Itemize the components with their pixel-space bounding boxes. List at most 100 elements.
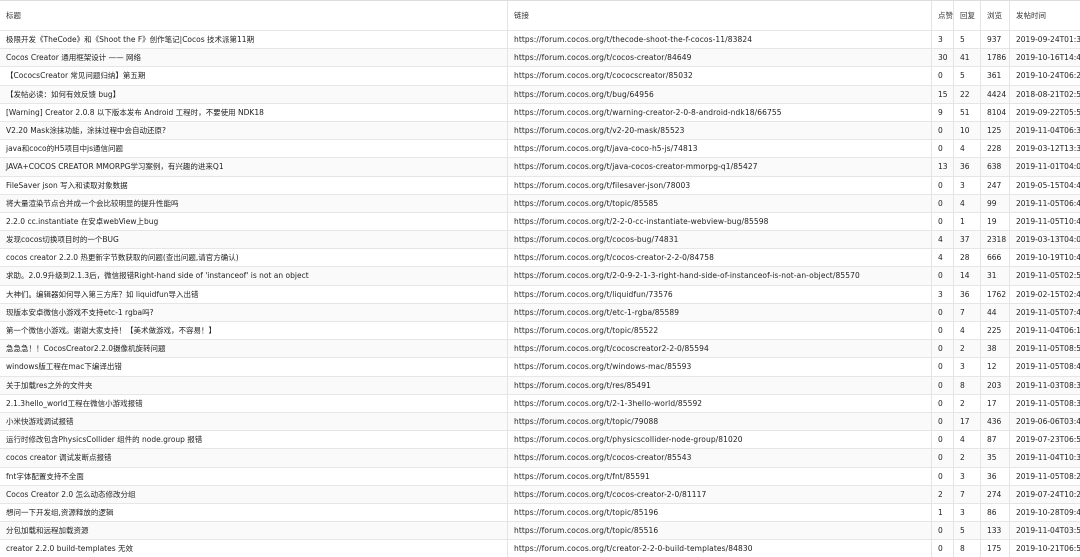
replies-count-cell: 3 [953,467,980,485]
topic-link-cell[interactable]: https://forum.cocos.org/t/filesaver-json… [507,176,931,194]
table-row[interactable]: java和coco的H5项目中js通信问题 https://forum.cocos… [0,140,1080,159]
table-row[interactable]: 2.1.3hello_world工程在微信小游戏报错 https://forum.… [0,394,1080,413]
table-row[interactable]: 想问一下开发组,资源释放的逻辑 https://forum.cocos.org/t… [0,503,1080,523]
topic-link-cell[interactable]: https://forum.cocos.org/t/creator-2-2-0-… [507,540,931,557]
table-row[interactable]: cocos creator 调试发断点报错 https://forum.cocos… [0,449,1080,468]
topic-title-cell[interactable]: V2.20 Mask涂抹功能，涂抹过程中会自动还原? [0,122,507,139]
topic-link-cell[interactable]: https://forum.cocos.org/t/cocos-creator-… [507,249,931,267]
topic-link-cell[interactable]: https://forum.cocos.org/t/cocos-creator-… [507,485,931,503]
table-row[interactable]: JAVA+COCOS CREATOR MMORPG学习案例，有兴趣的进来Q1 ht… [0,158,1080,177]
likes-count-cell: 0 [931,303,953,321]
topic-title-cell[interactable]: 运行时修改包含PhysicsCollider 组件的 node.group 报错 [0,431,507,448]
topic-title-cell[interactable]: windows版工程在mac下编译出错 [0,358,507,375]
table-row[interactable]: 【发帖必读：如何有效反馈 bug】 https://forum.cocos.org… [0,85,1080,104]
topic-title-cell[interactable]: 【发帖必读：如何有效反馈 bug】 [0,86,507,103]
topic-link-cell[interactable]: https://forum.cocos.org/t/java-coco-h5-j… [507,140,931,158]
table-row[interactable]: 急急急！！CocosCreator2.2.0摄像机旋转问题 https://for… [0,340,1080,359]
topic-link-cell[interactable]: https://forum.cocos.org/t/fnt/85591 [507,467,931,485]
topic-title-cell[interactable]: creator 2.2.0 build-templates 无效 [0,540,507,557]
table-row[interactable]: Cocos Creator 通用框架设计 —— 网络 https://forum.… [0,49,1080,68]
topic-title-cell[interactable]: 想问一下开发组,资源释放的逻辑 [0,504,507,521]
topic-title-cell[interactable]: Cocos Creator 2.0 怎么动态修改分组 [0,486,507,503]
topic-title-cell[interactable]: [Warning] Creator 2.0.8 以下版本发布 Android 工… [0,104,507,121]
table-row[interactable]: 第一个微信小游戏。谢谢大家支持！【美术做游戏，不容易！】 https://foru… [0,322,1080,341]
topic-title-cell[interactable]: 将大量渲染节点合并成一个会比较明显的提升性能吗 [0,195,507,212]
table-row[interactable]: 极限开发《TheCode》和《Shoot the F》创作笔记|Cocos 技术… [0,31,1080,50]
topic-title-cell[interactable]: 关于加载res之外的文件夹 [0,377,507,394]
topic-link-cell[interactable]: https://forum.cocos.org/t/warning-creato… [507,103,931,121]
topic-link-cell[interactable]: https://forum.cocos.org/t/physicscollide… [507,431,931,449]
topic-title-cell[interactable]: java和coco的H5项目中js通信问题 [0,140,507,157]
topic-title-cell[interactable]: 2.1.3hello_world工程在微信小游戏报错 [0,395,507,412]
topic-title-cell[interactable]: 极限开发《TheCode》和《Shoot the F》创作笔记|Cocos 技术… [0,31,507,48]
topic-title-cell[interactable]: 大神们。编辑器如何导入第三方库？如 liquidfun导入出错 [0,286,507,303]
topic-link-cell[interactable]: https://forum.cocos.org/t/v2-20-mask/855… [507,121,931,140]
topic-title-cell[interactable]: 2.2.0 cc.instantiate 在安卓webView上bug [0,213,507,230]
table-row[interactable]: FileSaver json 写入和读取对象数据 https://forum.co… [0,176,1080,195]
topic-link-cell[interactable]: https://forum.cocos.org/t/cocoscreator2-… [507,340,931,358]
topic-link-cell[interactable]: https://forum.cocos.org/t/cocos-bug/7483… [507,231,931,249]
column-header-replies[interactable]: 回复 [953,1,980,30]
topic-title-cell[interactable]: FileSaver json 写入和读取对象数据 [0,177,507,194]
replies-count-cell: 51 [953,103,980,121]
table-row[interactable]: 现版本安卓微信小游戏不支持etc-1 rgba吗? https://forum.c… [0,303,1080,322]
table-row[interactable]: 大神们。编辑器如何导入第三方库？如 liquidfun导入出错 https://f… [0,285,1080,304]
topic-link-cell[interactable]: https://forum.cocos.org/t/2-2-0-cc-insta… [507,212,931,231]
table-row[interactable]: 求助。2.0.9升级到2.1.3后，微信报错Right-hand side of… [0,267,1080,286]
topic-title-cell[interactable]: 发现cocos切换项目时的一个BUG [0,231,507,248]
topic-link-cell[interactable]: https://forum.cocos.org/t/java-cocos-cre… [507,158,931,176]
topic-title-cell[interactable]: 分包加载和远程加载资源 [0,522,507,539]
table-row[interactable]: fnt字体配置支持不全面 https://forum.cocos.org/t/fn… [0,467,1080,486]
topic-title-cell[interactable]: JAVA+COCOS CREATOR MMORPG学习案例，有兴趣的进来Q1 [0,158,507,175]
topic-link-cell[interactable]: https://forum.cocos.org/t/cocos-creator/… [507,449,931,467]
topic-title-cell[interactable]: cocos creator 2.2.0 热更新字节数获取的问题(查出问题,请官方… [0,249,507,266]
topic-title-cell[interactable]: 小米快游戏调试报错 [0,413,507,430]
post-date-cell: 2019-11-05T08:4 [1009,358,1080,376]
column-header-title[interactable]: 标题 [0,1,507,30]
views-count-cell: 35 [980,449,1009,467]
topic-title-cell[interactable]: 第一个微信小游戏。谢谢大家支持！【美术做游戏，不容易！】 [0,322,507,339]
column-header-date[interactable]: 发帖时间 [1009,1,1080,30]
table-row[interactable]: 关于加载res之外的文件夹 https://forum.cocos.org/t/r… [0,376,1080,395]
topic-link-cell[interactable]: https://forum.cocos.org/t/topic/85196 [507,503,931,522]
column-header-likes[interactable]: 点赞 [931,1,953,30]
table-row[interactable]: [Warning] Creator 2.0.8 以下版本发布 Android 工… [0,103,1080,122]
table-row[interactable]: 2.2.0 cc.instantiate 在安卓webView上bug https… [0,212,1080,232]
topic-link-cell[interactable]: https://forum.cocos.org/t/thecode-shoot-… [507,31,931,49]
topic-link-cell[interactable]: https://forum.cocos.org/t/topic/79088 [507,412,931,431]
table-row[interactable]: Cocos Creator 2.0 怎么动态修改分组 https://forum.… [0,485,1080,504]
topic-link-cell[interactable]: https://forum.cocos.org/t/res/85491 [507,376,931,394]
topic-link-cell[interactable]: https://forum.cocos.org/t/topic/85516 [507,522,931,540]
topic-link-cell[interactable]: https://forum.cocos.org/t/2-1-3hello-wor… [507,394,931,412]
views-count-cell: 36 [980,467,1009,485]
topic-title-cell[interactable]: 求助。2.0.9升级到2.1.3后，微信报错Right-hand side of… [0,267,507,284]
topic-title-cell[interactable]: 现版本安卓微信小游戏不支持etc-1 rgba吗? [0,304,507,321]
topic-link-cell[interactable]: https://forum.cocos.org/t/liquidfun/7357… [507,285,931,303]
topic-link-cell[interactable]: https://forum.cocos.org/t/topic/85522 [507,322,931,340]
column-header-link[interactable]: 链接 [507,1,931,30]
table-row[interactable]: 小米快游戏调试报错 https://forum.cocos.org/t/topic… [0,412,1080,432]
table-row[interactable]: cocos creator 2.2.0 热更新字节数获取的问题(查出问题,请官方… [0,249,1080,268]
table-row[interactable]: 运行时修改包含PhysicsCollider 组件的 node.group 报错… [0,431,1080,450]
topic-link-cell[interactable]: https://forum.cocos.org/t/etc-1-rgba/855… [507,303,931,321]
topic-link-cell[interactable]: https://forum.cocos.org/t/cocos-creator/… [507,49,931,67]
topic-link-cell[interactable]: https://forum.cocos.org/t/windows-mac/85… [507,358,931,376]
topic-title-cell[interactable]: fnt字体配置支持不全面 [0,468,507,485]
table-row[interactable]: 分包加载和远程加载资源 https://forum.cocos.org/t/top… [0,522,1080,541]
table-row[interactable]: 发现cocos切换项目时的一个BUG https://forum.cocos.or… [0,231,1080,250]
topic-title-cell[interactable]: cocos creator 调试发断点报错 [0,449,507,466]
views-count-cell: 361 [980,67,1009,85]
topic-title-cell[interactable]: 急急急！！CocosCreator2.2.0摄像机旋转问题 [0,340,507,357]
topic-link-cell[interactable]: https://forum.cocos.org/t/topic/85585 [507,194,931,212]
topic-title-cell[interactable]: Cocos Creator 通用框架设计 —— 网络 [0,49,507,66]
table-row[interactable]: creator 2.2.0 build-templates 无效 https://… [0,540,1080,557]
topic-link-cell[interactable]: https://forum.cocos.org/t/2-0-9-2-1-3-ri… [507,267,931,285]
topic-link-cell[interactable]: https://forum.cocos.org/t/cococscreator/… [507,67,931,85]
topic-link-cell[interactable]: https://forum.cocos.org/t/bug/64956 [507,85,931,103]
table-row[interactable]: 将大量渲染节点合并成一个会比较明显的提升性能吗 https://forum.coc… [0,194,1080,213]
table-row[interactable]: windows版工程在mac下编译出错 https://forum.cocos.o… [0,358,1080,377]
topic-title-cell[interactable]: 【CococsCreator 常见问题归纳】第五期 [0,67,507,84]
table-row[interactable]: V2.20 Mask涂抹功能，涂抹过程中会自动还原? https://forum.… [0,121,1080,141]
table-row[interactable]: 【CococsCreator 常见问题归纳】第五期 https://forum.c… [0,67,1080,86]
column-header-views[interactable]: 浏览 [980,1,1009,30]
